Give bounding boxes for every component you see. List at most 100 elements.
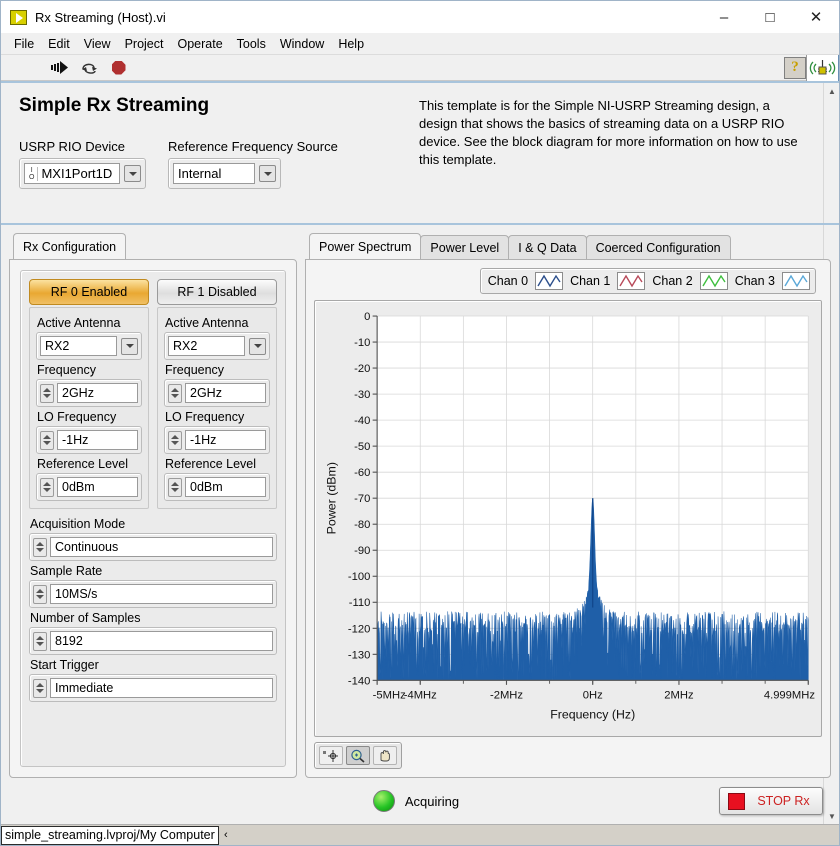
plot-legend-wrap: Chan 0 Chan 1 Chan 2 Chan 3 <box>314 268 822 294</box>
rf1-lo-frequency-control[interactable]: -1Hz <box>164 426 270 454</box>
legend-swatch-chan-2[interactable] <box>699 272 728 290</box>
menu-edit[interactable]: Edit <box>41 35 77 53</box>
menu-operate[interactable]: Operate <box>170 35 229 53</box>
tab-power-level[interactable]: Power Level <box>420 235 510 259</box>
graph-palette[interactable] <box>314 742 402 769</box>
rf1-frequency-value[interactable]: 2GHz <box>185 383 266 403</box>
rf0-reference-level-control[interactable]: 0dBm <box>36 473 142 501</box>
menu-project[interactable]: Project <box>118 35 171 53</box>
rf1-lo-frequency-stepper[interactable] <box>168 430 182 450</box>
power-spectrum-graph[interactable]: 0 -10 -20 -30 -40 -50 -60 -70 -80 -90 -100 -110 -120… <box>314 300 822 737</box>
number-of-samples-stepper[interactable] <box>33 631 47 651</box>
usrp-rio-device-field[interactable]: IO MXI1Port1D <box>24 163 120 184</box>
usrp-rio-device-dropdown-icon[interactable] <box>124 165 141 182</box>
svg-text:-60: -60 <box>354 467 370 479</box>
status-bar-collapse-icon[interactable]: ‹ <box>219 829 233 841</box>
rf0-active-antenna-dropdown-icon[interactable] <box>121 337 138 355</box>
svg-text:-2MHz: -2MHz <box>490 689 523 701</box>
rf0-frequency-control[interactable]: 2GHz <box>36 379 142 407</box>
start-trigger-stepper[interactable] <box>33 678 47 698</box>
rf1-reference-level-stepper[interactable] <box>168 477 182 497</box>
run-continuously-icon[interactable] <box>80 58 99 77</box>
header-left: Simple Rx Streaming USRP RIO Device IO M… <box>19 95 419 213</box>
rf1-active-antenna-control[interactable]: RX2 <box>164 332 270 360</box>
maximize-button[interactable]: □ <box>747 1 793 33</box>
rf0-active-antenna-value[interactable]: RX2 <box>40 336 117 356</box>
rf1-active-antenna-dropdown-icon[interactable] <box>249 337 266 355</box>
run-arrow-icon[interactable] <box>51 58 70 77</box>
legend-swatch-chan-3[interactable] <box>782 272 810 290</box>
rf-channel-1: RF 1 Disabled Active Antenna RX2 Frequen… <box>157 279 277 509</box>
sample-rate-control[interactable]: 10MS/s <box>29 580 277 608</box>
close-button[interactable]: ✕ <box>793 1 839 33</box>
usrp-antenna-vi-icon[interactable] <box>806 54 839 81</box>
rf1-active-antenna-value[interactable]: RX2 <box>168 336 245 356</box>
labview-vi-window: Rx Streaming (Host).vi – □ ✕ File Edit V… <box>0 0 840 846</box>
abort-execution-icon[interactable] <box>109 58 128 77</box>
rf1-reference-level-value[interactable]: 0dBm <box>185 477 266 497</box>
rf0-frequency-stepper[interactable] <box>40 383 54 403</box>
zoom-tool-icon[interactable] <box>346 746 370 765</box>
cursor-tool-icon[interactable] <box>319 746 343 765</box>
start-trigger-control[interactable]: Immediate <box>29 674 277 702</box>
rx-configuration-page: RF 0 Enabled Active Antenna RX2 Frequenc… <box>9 259 297 778</box>
reference-frequency-source-control[interactable]: Internal <box>168 158 281 189</box>
menu-window[interactable]: Window <box>273 35 331 53</box>
menu-file[interactable]: File <box>7 35 41 53</box>
rf0-reference-level-stepper[interactable] <box>40 477 54 497</box>
vi-toolbar: ? <box>1 54 839 81</box>
context-help-icon[interactable]: ? <box>784 56 806 79</box>
rf0-enable-toggle[interactable]: RF 0 Enabled <box>29 279 149 305</box>
usrp-rio-device-control[interactable]: IO MXI1Port1D <box>19 158 146 189</box>
sample-rate-stepper[interactable] <box>33 584 47 604</box>
acquisition-mode-control[interactable]: Continuous <box>29 533 277 561</box>
rf1-frequency-control[interactable]: 2GHz <box>164 379 270 407</box>
svg-text:-70: -70 <box>354 493 370 505</box>
rf0-active-antenna-control[interactable]: RX2 <box>36 332 142 360</box>
rf0-lo-frequency-value[interactable]: -1Hz <box>57 430 138 450</box>
number-of-samples-value[interactable]: 8192 <box>50 631 273 651</box>
display-tab-row: Power Spectrum Power Level I & Q Data Co… <box>305 233 831 259</box>
rf1-reference-level-control[interactable]: 0dBm <box>164 473 270 501</box>
rf0-lo-frequency-control[interactable]: -1Hz <box>36 426 142 454</box>
svg-text:-5MHz: -5MHz <box>373 689 406 701</box>
number-of-samples-control[interactable]: 8192 <box>29 627 277 655</box>
reference-frequency-source-field[interactable]: Internal <box>173 163 255 184</box>
title-bar: Rx Streaming (Host).vi – □ ✕ <box>1 1 839 33</box>
menu-bar: File Edit View Project Operate Tools Win… <box>1 33 839 55</box>
acquisition-mode-stepper[interactable] <box>33 537 47 557</box>
sample-rate-value[interactable]: 10MS/s <box>50 584 273 604</box>
legend-swatch-chan-1[interactable] <box>617 272 646 290</box>
acquisition-mode-label: Acquisition Mode <box>30 517 126 531</box>
rf1-settings-box: Active Antenna RX2 Frequency 2GHz LO Fre… <box>157 307 277 509</box>
pan-hand-tool-icon[interactable] <box>373 746 397 765</box>
legend-swatch-chan-0[interactable] <box>535 272 564 290</box>
plot-legend[interactable]: Chan 0 Chan 1 Chan 2 Chan 3 <box>479 268 816 294</box>
tab-coerced-configuration[interactable]: Coerced Configuration <box>585 235 731 259</box>
tab-iq-data[interactable]: I & Q Data <box>508 235 587 259</box>
start-trigger-value[interactable]: Immediate <box>50 678 273 698</box>
tab-power-spectrum[interactable]: Power Spectrum <box>309 233 422 259</box>
template-description: This template is for the Simple NI-USRP … <box>419 98 798 167</box>
legend-label-chan-3: Chan 3 <box>734 274 775 288</box>
toolbar-right-group: ? <box>784 54 839 81</box>
acquisition-status-group: Acquiring <box>372 790 459 812</box>
rf1-active-antenna-label: Active Antenna <box>165 316 249 330</box>
header-section: Simple Rx Streaming USRP RIO Device IO M… <box>1 83 839 225</box>
menu-tools[interactable]: Tools <box>230 35 273 53</box>
tab-rx-configuration[interactable]: Rx Configuration <box>13 233 127 259</box>
svg-text:0: 0 <box>364 311 370 323</box>
rf1-frequency-stepper[interactable] <box>168 383 182 403</box>
minimize-button[interactable]: – <box>701 1 747 33</box>
acquisition-mode-value[interactable]: Continuous <box>50 537 273 557</box>
rf0-frequency-value[interactable]: 2GHz <box>57 383 138 403</box>
stop-rx-button[interactable]: STOP Rx <box>719 787 823 815</box>
reference-frequency-source-dropdown-icon[interactable] <box>259 165 276 182</box>
menu-help[interactable]: Help <box>331 35 371 53</box>
rf0-reference-level-value[interactable]: 0dBm <box>57 477 138 497</box>
stop-rx-label: STOP Rx <box>757 794 810 808</box>
rf1-enable-toggle[interactable]: RF 1 Disabled <box>157 279 277 305</box>
menu-view[interactable]: View <box>77 35 118 53</box>
rf0-lo-frequency-stepper[interactable] <box>40 430 54 450</box>
rf1-lo-frequency-value[interactable]: -1Hz <box>185 430 266 450</box>
